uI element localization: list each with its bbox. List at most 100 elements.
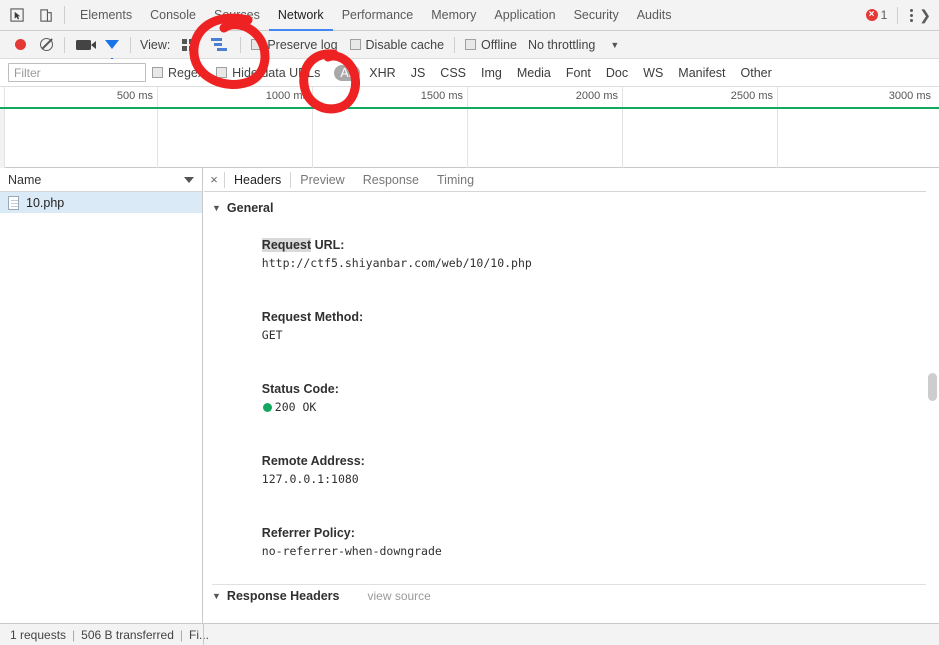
- capture-screenshots-button[interactable]: [69, 31, 98, 59]
- header-row-status-code: Status Code: 200 OK: [212, 362, 939, 434]
- list-view-icon: [182, 38, 198, 51]
- scrollbar-thumb[interactable]: [928, 373, 937, 401]
- chevron-right-icon[interactable]: ❯: [919, 7, 935, 24]
- header-row-referrer-policy: Referrer Policy: no-referrer-when-downgr…: [212, 506, 939, 578]
- header-row-remote-address: Remote Address: 127.0.0.1:1080: [212, 434, 939, 506]
- tab-response[interactable]: Response: [354, 168, 428, 192]
- waterfall-view-button[interactable]: [204, 31, 236, 59]
- column-header-name: Name: [8, 172, 42, 187]
- error-count: 1: [880, 8, 888, 22]
- list-view-button[interactable]: [175, 31, 204, 59]
- filter-type-font[interactable]: Font: [560, 65, 597, 81]
- preserve-log-label: Preserve log: [267, 37, 338, 52]
- device-toolbar-icon[interactable]: [34, 3, 58, 27]
- filter-type-css[interactable]: CSS: [434, 65, 472, 81]
- detail-scrollbar[interactable]: [926, 168, 939, 623]
- tab-sources[interactable]: Sources: [205, 0, 269, 31]
- devtools-tabbar: Elements Console Sources Network Perform…: [0, 0, 939, 31]
- regex-label: Regex: [168, 65, 205, 80]
- request-detail-pane: × Headers Preview Response Timing ▼ Gene…: [204, 168, 939, 623]
- toolbar-divider-3: [240, 36, 242, 53]
- view-source-link-response[interactable]: view source: [367, 589, 430, 603]
- ruler-tick-3000: 3000 ms: [888, 90, 931, 102]
- triangle-down-icon: ▼: [212, 591, 221, 601]
- chevron-down-icon[interactable]: ▼: [600, 40, 629, 50]
- tab-timing[interactable]: Timing: [428, 168, 483, 192]
- tab-elements[interactable]: Elements: [71, 0, 141, 31]
- clear-button[interactable]: [33, 31, 60, 59]
- tab-audits[interactable]: Audits: [628, 0, 681, 31]
- filter-type-img[interactable]: Img: [475, 65, 508, 81]
- kebab-menu-icon[interactable]: [904, 8, 919, 22]
- tab-network[interactable]: Network: [269, 0, 333, 31]
- tab-performance[interactable]: Performance: [333, 0, 423, 31]
- disable-cache-label: Disable cache: [365, 37, 445, 52]
- error-badge[interactable]: × 1: [865, 8, 888, 22]
- filter-toggle-button[interactable]: [98, 31, 126, 62]
- request-list-header[interactable]: Name: [0, 168, 202, 192]
- status-code-value: 200 OK: [274, 400, 317, 414]
- filter-type-doc[interactable]: Doc: [600, 65, 634, 81]
- timeline-ruler: 500 ms 1000 ms 1500 ms 2000 ms 2500 ms 3…: [0, 87, 939, 109]
- header-row-connection: Connection: close: [212, 606, 939, 623]
- camera-icon: [76, 39, 96, 50]
- section-response-headers-title: Response Headers: [226, 589, 340, 603]
- headers-content: ▼ General Request URL: http://ctf5.shiya…: [204, 192, 939, 623]
- section-response-headers[interactable]: ▼ Response Headers view source: [212, 589, 939, 603]
- overview-gridline: [467, 109, 468, 168]
- tab-console[interactable]: Console: [141, 0, 205, 31]
- search-input[interactable]: [8, 63, 146, 82]
- ruler-gridline: [467, 87, 468, 109]
- status-transferred: 506 B transferred: [81, 627, 174, 642]
- regex-checkbox[interactable]: Regex: [146, 66, 210, 80]
- throttling-value[interactable]: No throttling: [523, 38, 600, 52]
- panel-tabs: Elements Console Sources Network Perform…: [71, 0, 680, 31]
- request-name: 10.php: [26, 195, 65, 210]
- record-button[interactable]: [8, 31, 33, 59]
- preserve-log-checkbox[interactable]: Preserve log: [245, 38, 343, 52]
- network-overview[interactable]: [0, 109, 939, 168]
- checkbox-box: [216, 67, 228, 78]
- resource-type-filters: All XHR JS CSS Img Media Font Doc WS Man…: [334, 64, 778, 81]
- offline-checkbox[interactable]: Offline: [459, 38, 523, 52]
- error-icon: ×: [865, 9, 878, 21]
- tab-security[interactable]: Security: [565, 0, 628, 31]
- overview-gridline: [157, 109, 158, 168]
- ruler-gridline: [622, 87, 623, 109]
- filter-type-manifest[interactable]: Manifest: [672, 65, 731, 81]
- funnel-filter-icon: [105, 40, 119, 62]
- ruler-gridline: [157, 87, 158, 109]
- overview-gridline: [4, 109, 5, 168]
- status-requests-count: 1 requests: [10, 627, 67, 642]
- filter-type-media[interactable]: Media: [511, 65, 557, 81]
- waterfall-view-icon: [211, 38, 229, 51]
- table-row[interactable]: 10.php: [0, 192, 202, 213]
- sort-caret-icon[interactable]: [184, 176, 194, 183]
- hide-data-urls-checkbox[interactable]: Hide data URLs: [210, 66, 326, 80]
- tab-preview[interactable]: Preview: [291, 168, 353, 192]
- overview-gridline: [777, 109, 778, 168]
- overview-gridline: [312, 109, 313, 168]
- toolbar-divider-2: [130, 36, 131, 53]
- network-toolbar: View: Preserve log Disable cache Offline…: [0, 31, 939, 62]
- status-code-key: Status Code:: [261, 382, 339, 396]
- tab-application[interactable]: Application: [485, 0, 564, 31]
- inspect-cursor-icon[interactable]: [5, 3, 29, 27]
- filter-type-other[interactable]: Other: [735, 65, 778, 81]
- checkbox-box: [152, 67, 163, 78]
- header-row-request-method: Request Method: GET: [212, 290, 939, 362]
- filter-type-xhr[interactable]: XHR: [363, 65, 401, 81]
- section-general[interactable]: ▼ General: [212, 201, 939, 215]
- filter-type-all[interactable]: All: [334, 64, 361, 81]
- filter-type-ws[interactable]: WS: [637, 65, 669, 81]
- offline-label: Offline: [481, 37, 517, 52]
- referrer-policy-value: no-referrer-when-downgrade: [261, 544, 442, 558]
- tab-memory[interactable]: Memory: [422, 0, 485, 31]
- status-separator: |: [72, 627, 76, 642]
- ruler-tick-1500: 1500 ms: [420, 90, 463, 102]
- close-icon[interactable]: ×: [204, 172, 224, 187]
- tab-headers[interactable]: Headers: [225, 168, 290, 192]
- disable-cache-checkbox[interactable]: Disable cache: [344, 38, 451, 52]
- filter-bar: Regex Hide data URLs All XHR JS CSS Img …: [0, 59, 939, 87]
- filter-type-js[interactable]: JS: [405, 65, 432, 81]
